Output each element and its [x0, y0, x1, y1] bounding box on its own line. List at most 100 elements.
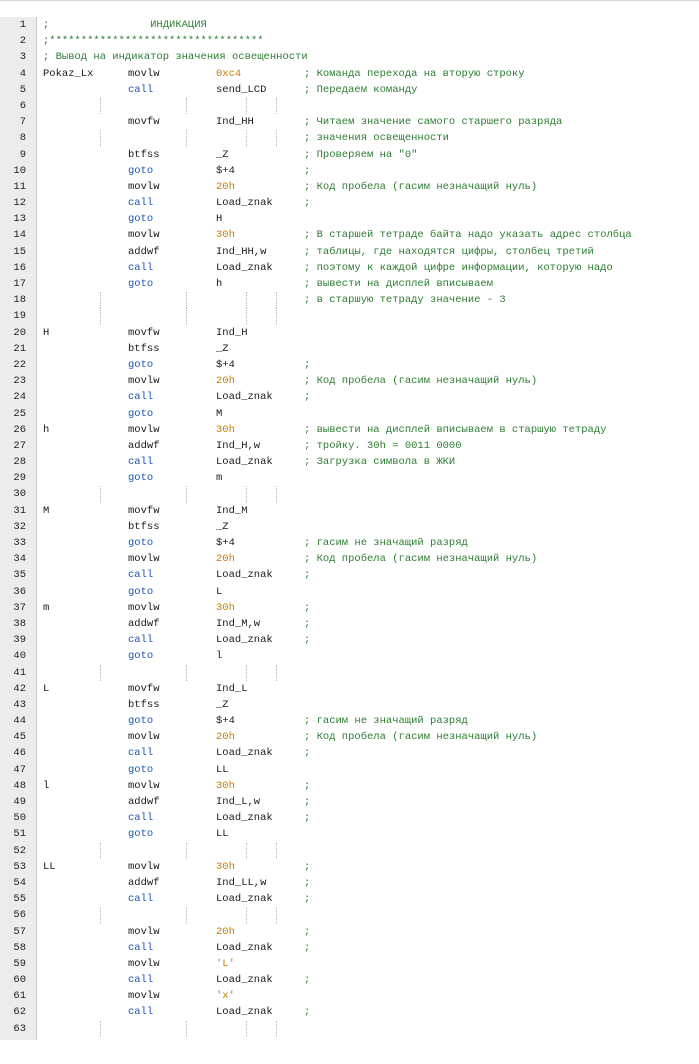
code-line[interactable]: 17 goto h ; вывести на дисплей вписываем	[0, 276, 699, 292]
code-line[interactable]: 50 call Load_znak;	[0, 810, 699, 826]
code-line[interactable]: 42 Lmovfw Ind_L	[0, 681, 699, 697]
line-number: 28	[13, 456, 26, 469]
code-line[interactable]: 48 l movlw 30h;	[0, 778, 699, 794]
horizontal-scrollbar-area[interactable]	[0, 1040, 699, 1064]
code-line[interactable]: 62 call Load_znak;	[0, 1004, 699, 1020]
code-line[interactable]: 57 movlw 20h;	[0, 924, 699, 940]
code-line[interactable]: 26 h movlw 30h ; вывести на дисплей вписывае…	[0, 422, 699, 438]
code-comment: ; Загрузка символа в ЖКИ	[304, 456, 456, 469]
line-number: 2	[19, 35, 26, 48]
code-line[interactable]: 18 ; в старшую тетраду значение - 3	[0, 292, 699, 309]
code-line[interactable]: 59 movlw 'L'	[0, 956, 699, 972]
code-line[interactable]: 52	[0, 842, 699, 859]
code-label: l	[43, 779, 50, 792]
code-line[interactable]: 27 addwf Ind_H,w ; тройку. 30h = 0011 0000	[0, 438, 699, 454]
code-comment: ; вывести на дисплей вписываем в старшую…	[304, 423, 607, 436]
code-line[interactable]: 32 btfss _Z	[0, 519, 699, 535]
code-comment: ; гасим не значащий разряд	[304, 715, 468, 728]
code-line[interactable]: 28 call Load_znak ; Загрузка символа в ЖКИ	[0, 454, 699, 470]
code-line[interactable]: 45 movlw 20h ; Код пробела (гасим незначащи…	[0, 729, 699, 745]
instruction-operand: _Z	[216, 342, 229, 355]
code-line[interactable]: 25 goto M	[0, 406, 699, 422]
code-line[interactable]: 13 goto H	[0, 211, 699, 227]
code-line[interactable]: 22 goto $+4;	[0, 357, 699, 373]
code-editor[interactable]: 1 ; ИНДИКАЦИЯ 2 ;**************************…	[0, 0, 699, 1043]
code-line[interactable]: 44 goto $+4 ; гасим не значащий разряд	[0, 713, 699, 729]
instruction-mnemonic: movlw	[128, 553, 160, 566]
instruction-operand: Load_znak	[216, 974, 273, 987]
comment-text: ; Вывод на индикатор значения освещеннос…	[43, 51, 308, 64]
instruction-operand: send_LCD	[216, 83, 267, 96]
code-line[interactable]: 38 addwf Ind_M,w;	[0, 616, 699, 632]
code-line[interactable]: 51 goto LL	[0, 826, 699, 842]
line-number: 15	[13, 245, 26, 258]
code-line[interactable]: 54 addwf Ind_LL,w;	[0, 875, 699, 891]
code-line[interactable]: 7 movfw Ind_HH ; Читаем значение самого ста…	[0, 114, 699, 130]
code-line[interactable]: 36 goto L	[0, 584, 699, 600]
code-line[interactable]: 40 goto l	[0, 648, 699, 664]
code-line[interactable]: 63	[0, 1020, 699, 1037]
instruction-operand: Ind_M	[216, 504, 248, 517]
code-line[interactable]: 60 call Load_znak;	[0, 972, 699, 988]
instruction-mnemonic: goto	[128, 213, 154, 226]
code-comment: ;	[304, 358, 311, 371]
instruction-mnemonic: goto	[128, 164, 154, 177]
code-comment: ; вывести на дисплей вписываем	[304, 278, 494, 290]
code-comment: ;	[304, 779, 311, 792]
code-line[interactable]: 6	[0, 97, 699, 115]
code-comment: ;	[304, 634, 311, 647]
code-line[interactable]: 10 goto $+4;	[0, 163, 699, 179]
code-line[interactable]: 33 goto $+4 ; гасим не значащий разряд	[0, 535, 699, 551]
code-line[interactable]: 1 ; ИНДИКАЦИЯ	[0, 17, 699, 33]
code-comment: ;	[304, 860, 311, 873]
code-line[interactable]: 30	[0, 486, 699, 503]
instruction-operand: Ind_HH	[216, 116, 254, 129]
instruction-operand: _Z	[216, 520, 229, 533]
code-line[interactable]: 2 ;**********************************	[0, 33, 699, 49]
line-number: 19	[13, 310, 26, 323]
code-line[interactable]: 46 call Load_znak;	[0, 745, 699, 761]
code-line[interactable]: 9 btfss _Z ; Проверяем на "0"	[0, 147, 699, 163]
code-line[interactable]: 24 call Load_znak;	[0, 389, 699, 405]
line-number: 8	[19, 132, 26, 145]
line-number: 3	[19, 51, 26, 64]
code-line[interactable]: 29 goto m	[0, 470, 699, 486]
comment-text: ;**********************************	[43, 35, 264, 48]
code-line[interactable]: 43 btfss _Z	[0, 697, 699, 713]
code-label: LL	[43, 860, 56, 873]
instruction-mnemonic: movfw	[128, 504, 160, 517]
code-line[interactable]: 15 addwf Ind_HH,w ; таблицы, где находятся …	[0, 244, 699, 260]
line-number: 43	[13, 698, 26, 711]
code-line[interactable]: 19	[0, 308, 699, 325]
code-line[interactable]: 34 movlw 20h ; Код пробела (гасим незначащи…	[0, 551, 699, 567]
line-number: 40	[13, 650, 26, 663]
code-line[interactable]: 14 movlw 30h ; В старшей тетраде байта надо…	[0, 227, 699, 243]
code-line[interactable]: 47 goto LL	[0, 762, 699, 778]
code-line[interactable]: 3 ; Вывод на индикатор значения освещенно…	[0, 49, 699, 65]
code-line[interactable]: 49 addwf Ind_L,w;	[0, 794, 699, 810]
code-line[interactable]: 55 call Load_znak;	[0, 891, 699, 907]
code-line[interactable]: 21 btfss _Z	[0, 341, 699, 357]
code-line[interactable]: 31 Mmovfw Ind_M	[0, 503, 699, 519]
instruction-mnemonic: call	[128, 941, 154, 954]
code-line[interactable]: 53 LL movlw 30h;	[0, 859, 699, 875]
instruction-mnemonic: goto	[128, 763, 154, 776]
code-line[interactable]: 58 call Load_znak;	[0, 940, 699, 956]
instruction-operand: H	[216, 213, 223, 226]
code-line[interactable]: 12 call Load_znak;	[0, 195, 699, 211]
code-line[interactable]: 8 ; значения освещенности	[0, 130, 699, 147]
code-line[interactable]: 23 movlw 20h ; Код пробела (гасим незначащи…	[0, 373, 699, 389]
instruction-mnemonic: call	[128, 812, 154, 825]
line-number: 62	[13, 1006, 26, 1019]
code-line[interactable]: 39 call Load_znak;	[0, 632, 699, 648]
code-line[interactable]: 56	[0, 907, 699, 924]
code-line[interactable]: 5 call send_LCD ; Передаем команду	[0, 82, 699, 98]
code-line[interactable]: 35 call Load_znak;	[0, 567, 699, 583]
code-line[interactable]: 16 call Load_znak ; поэтому к каждой цифре …	[0, 260, 699, 276]
code-line[interactable]: 41	[0, 664, 699, 681]
code-line[interactable]: 61 movlw 'x'	[0, 988, 699, 1004]
code-line[interactable]: 4 Pokaz_Lx movlw 0xc4 ; Команда перехода на …	[0, 66, 699, 82]
code-line[interactable]: 20 Hmovfw Ind_H	[0, 325, 699, 341]
code-line[interactable]: 11 movlw 20h ; Код пробела (гасим незначащи…	[0, 179, 699, 195]
code-line[interactable]: 37 m movlw 30h;	[0, 600, 699, 616]
